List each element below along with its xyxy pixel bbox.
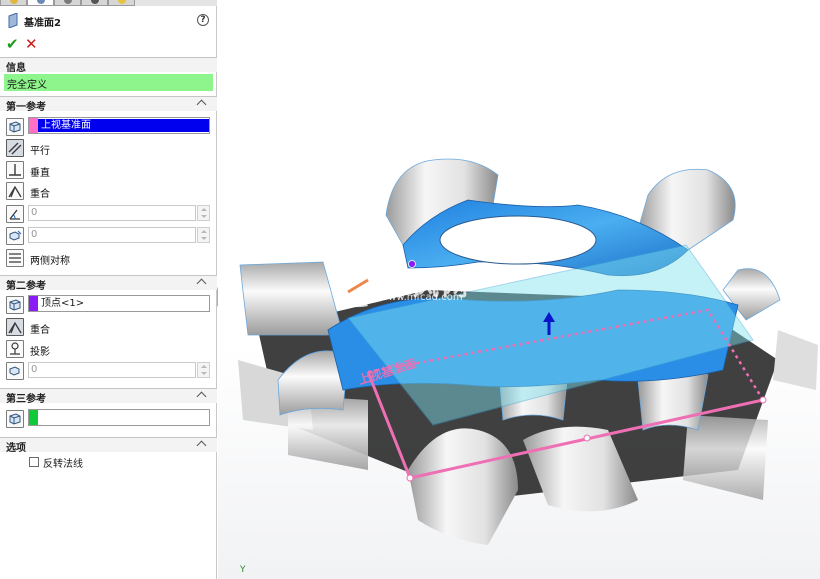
first-reference-color-swatch [29,118,38,133]
info-section-header[interactable]: 信息 [0,57,217,74]
first-reference-title: 第一参考 [6,102,46,113]
status-text: 完全定义 [7,80,47,91]
second-value-input[interactable]: 0 [28,362,196,378]
reference-triad-icon: Y [240,565,246,575]
offset-value-text: 0 [31,229,38,240]
second-reference-selection-text: 顶点<1> [41,298,85,309]
options-section-header[interactable]: 选项 [0,437,217,454]
watermark-logo [336,273,369,308]
projection-option-row[interactable]: 投影 [0,339,217,359]
third-reference-section-header[interactable]: 第三参考 [0,388,217,405]
third-reference-title: 第三参考 [6,394,46,405]
action-buttons: ✔ ✕ [0,36,217,54]
coincident-icon[interactable] [6,318,24,336]
configuration-manager-tab[interactable] [54,0,81,6]
second-value-spinner[interactable] [197,362,210,378]
second-reference-selection-box[interactable]: 顶点<1> [28,295,210,312]
third-reference-selection-box[interactable] [28,409,210,426]
second-coincident-option-row[interactable]: 重合 [0,317,217,337]
vertex-reference-icon [6,296,24,314]
collapse-chevron-icon[interactable] [196,278,207,289]
angle-value-input[interactable]: 0 [28,205,196,221]
parallel-icon[interactable] [6,139,24,157]
first-reference-section-header[interactable]: 第一参考 [0,96,217,113]
offset-distance-icon[interactable] [6,227,24,245]
third-reference-color-swatch [29,410,38,425]
perpendicular-icon[interactable] [6,161,24,179]
angle-spinner[interactable] [197,205,210,221]
plane-reference-icon [6,118,24,136]
second-reference-color-swatch [29,296,38,311]
second-coincident-label: 重合 [30,325,50,336]
cancel-button[interactable]: ✕ [25,36,38,52]
plane-feature-icon [8,13,18,28]
offset-value-input[interactable]: 0 [28,227,196,243]
second-reference-section-header[interactable]: 第二参考 [0,275,217,292]
options-section-title: 选项 [6,443,26,454]
perpendicular-label: 垂直 [30,168,50,179]
flip-normal-checkbox[interactable] [29,457,39,467]
info-section-title: 信息 [6,63,26,74]
help-icon[interactable]: ? [197,14,209,26]
mid-plane-icon[interactable] [6,249,24,267]
feature-title: 基准面2 [24,18,61,29]
angle-option-row: 0 [0,204,217,224]
property-manager: 基准面2 ? ✔ ✕ 信息 完全定义 第一参考 上视基准面 平行 垂直 重合 0… [0,0,217,579]
feature-header: 基准面2 ? [0,10,217,32]
graphics-viewport[interactable]: 沐风网 www.mfcad.com 上视基准面 Y [218,0,820,579]
collapse-chevron-icon[interactable] [196,391,207,402]
third-reference-row [0,409,217,429]
model-render [238,158,818,545]
projection-label: 投影 [30,347,50,358]
first-reference-row: 上视基准面 [0,117,217,137]
distance-icon[interactable] [6,362,24,380]
angle-icon[interactable] [6,205,24,223]
second-reference-title: 第二参考 [6,281,46,292]
coincident-icon[interactable] [6,182,24,200]
collapse-chevron-icon[interactable] [196,440,207,451]
flip-normal-label[interactable]: 反转法线 [43,455,83,470]
angle-value-text: 0 [31,207,38,218]
parallel-option-row[interactable]: 平行 [0,138,217,158]
second-value-row: 0 [0,361,217,381]
collapse-chevron-icon[interactable] [196,99,207,110]
feature-manager-tab[interactable] [0,0,27,6]
display-manager-tab[interactable] [108,0,135,6]
mid-plane-label: 两侧对称 [30,256,70,267]
reference-icon [6,410,24,428]
offset-spinner[interactable] [197,227,210,243]
ok-button[interactable]: ✔ [6,36,19,52]
first-reference-selection-box[interactable]: 上视基准面 [28,117,210,134]
projection-icon[interactable] [6,340,24,358]
coincident-option-row[interactable]: 重合 [0,181,217,201]
watermark-url: www.mfcad.com [380,292,463,303]
perpendicular-option-row[interactable]: 垂直 [0,160,217,180]
second-value-text: 0 [31,364,38,375]
coincident-label: 重合 [30,189,50,200]
mid-plane-option-row[interactable]: 两侧对称 [0,248,217,268]
dimxpert-manager-tab[interactable] [81,0,108,6]
parallel-label: 平行 [30,146,50,157]
manager-tab-strip [0,0,217,6]
offset-option-row: 0 [0,226,217,246]
status-badge: 完全定义 [4,74,213,91]
property-manager-tab[interactable] [27,0,54,6]
first-reference-selection-text: 上视基准面 [38,119,209,132]
second-reference-row: 顶点<1> [0,295,217,315]
